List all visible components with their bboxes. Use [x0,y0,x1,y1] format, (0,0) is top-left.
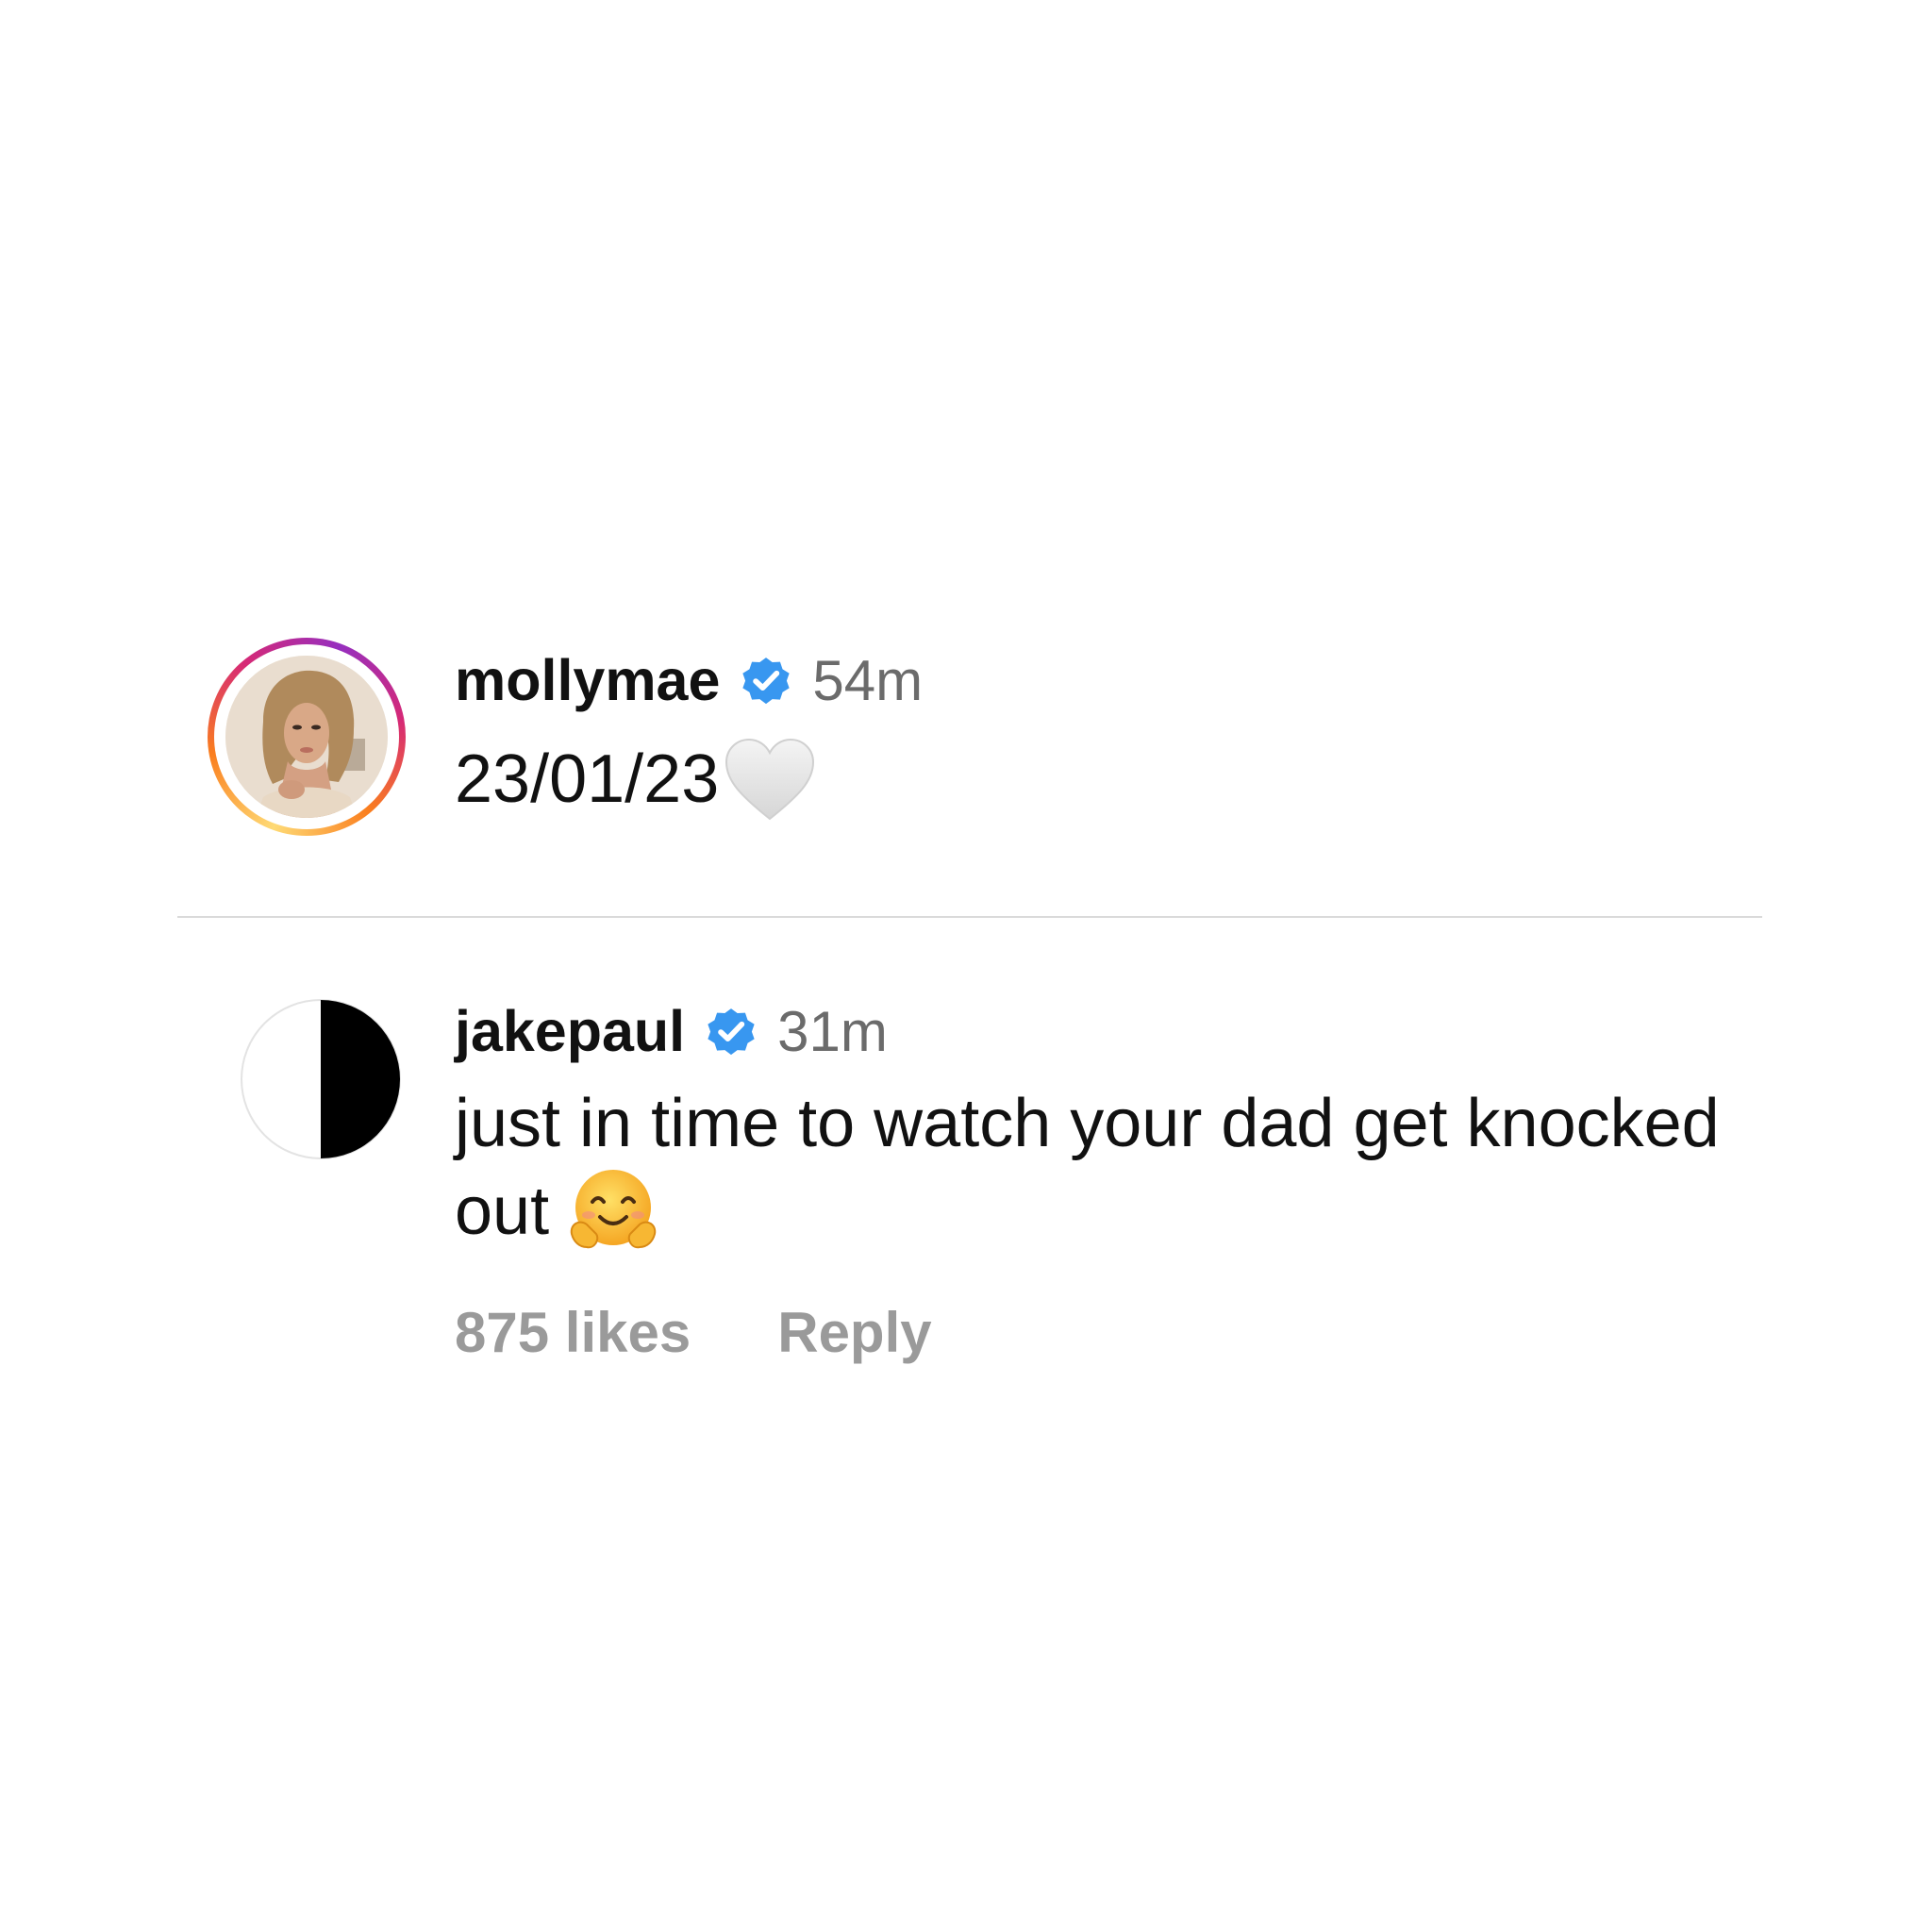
comment-time: 31m [777,999,888,1063]
post-text: 23/01/23 [455,741,720,817]
avatar[interactable] [240,998,402,1160]
hugging-face-icon [570,1170,657,1249]
reply-button[interactable]: Reply [777,1300,931,1365]
post-time: 54m [812,648,924,712]
comment-thread: mollymae 54m 23/01/23 jakepaul 31m just … [0,0,1932,1932]
comment: jakepaul 31m just in time to watch your … [208,989,1811,1385]
verified-badge-icon [708,1008,755,1056]
avatar [225,656,388,818]
comment-body: just in time to watch your dad get knock… [455,1083,1757,1258]
post-username[interactable]: mollymae [455,647,720,713]
white-heart-icon [725,738,815,821]
post-caption: mollymae 54m 23/01/23 [208,638,1755,836]
likes-count[interactable]: 875 likes [455,1300,691,1365]
divider [177,916,1762,918]
verified-badge-icon [742,658,791,705]
comment-username[interactable]: jakepaul [455,998,685,1064]
story-ring[interactable] [208,638,406,836]
